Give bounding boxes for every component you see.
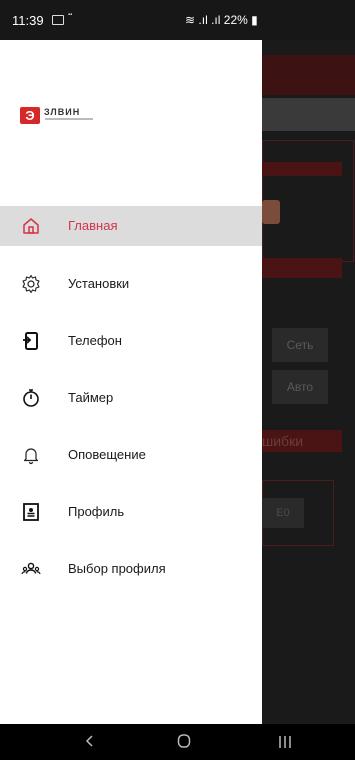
status-right: ≋ .ıl .ıl 22% ▮ [185, 13, 258, 27]
status-time: 11:39 [12, 13, 44, 28]
brand-name: ЗЛВИН [44, 107, 81, 117]
errors-bar: шибки [262, 430, 342, 452]
svg-text:Э: Э [25, 108, 34, 123]
stopwatch-icon [23, 389, 39, 407]
bg-toolbar [260, 98, 355, 131]
profile-icon [23, 503, 39, 521]
navigation-drawer: Э ЗЛВИН Главная Установки Телефон Таймер… [0, 40, 262, 724]
brand-logo-icon: Э [20, 107, 40, 124]
gear-icon [22, 274, 40, 294]
drawer-item-label: Выбор профиля [68, 561, 166, 576]
weather-notification-icon: ▪▪ [68, 12, 73, 18]
network-button[interactable]: Сеть [272, 328, 328, 362]
battery-percent: 22% [223, 13, 248, 27]
system-nav-bar [0, 724, 355, 760]
home-icon [23, 218, 39, 234]
error-code: Е0 [262, 498, 304, 528]
drawer-item-label: Телефон [68, 333, 122, 348]
drawer-item-label: Главная [68, 218, 118, 233]
users-icon [21, 562, 41, 575]
drawer-item-label: Установки [68, 276, 130, 291]
bg-logo-icon [262, 200, 280, 224]
back-icon[interactable] [82, 733, 98, 749]
auto-button[interactable]: Авто [272, 370, 328, 404]
drawer-item-label: Оповещение [68, 447, 146, 462]
wifi-icon: ≋ [185, 13, 196, 27]
drawer-item-home[interactable]: Главная [0, 206, 262, 246]
image-notification-icon [52, 15, 64, 25]
drawer-item-profile[interactable]: Профиль [0, 492, 262, 532]
drawer-item-label: Таймер [68, 390, 114, 405]
battery-icon: ▮ [251, 13, 258, 27]
recent-apps-icon[interactable] [277, 734, 293, 750]
brand-subtitle [45, 118, 93, 120]
bg-panel-title [262, 162, 342, 176]
drawer-item-phone[interactable]: Телефон [0, 321, 262, 361]
brand-logo: Э ЗЛВИН [19, 106, 109, 126]
status-bar: 11:39 ▪▪ ≋ .ıl .ıl 22% ▮ [0, 0, 355, 40]
phone-icon [23, 332, 38, 350]
bell-icon [23, 448, 39, 465]
drawer-item-label: Профиль [68, 504, 125, 519]
drawer-item-settings[interactable]: Установки [0, 264, 262, 304]
signal-icon: .ıl .ıl [198, 13, 221, 27]
drawer-item-profile-select[interactable]: Выбор профиля [0, 549, 262, 589]
drawer-item-timer[interactable]: Таймер [0, 378, 262, 418]
bg-section-bar [262, 258, 342, 278]
drawer-item-notifications[interactable]: Оповещение [0, 435, 262, 475]
bg-header [260, 55, 355, 95]
home-nav-icon[interactable] [176, 733, 192, 749]
